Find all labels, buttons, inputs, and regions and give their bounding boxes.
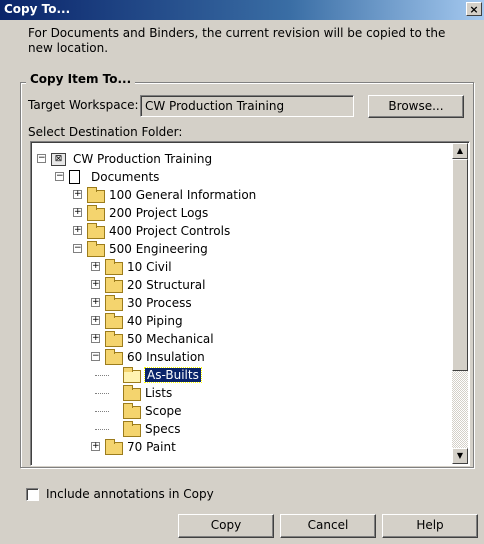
tree-item[interactable]: 30 Process [127, 294, 192, 312]
title-bar: Copy To... × [0, 0, 484, 20]
target-workspace-label: Target Workspace: [28, 98, 139, 112]
tree-connector [95, 411, 109, 412]
tree-item-label: 400 Project Controls [109, 224, 231, 238]
tree-item-label: Specs [145, 422, 181, 436]
folder-icon [87, 187, 105, 203]
tree-item[interactable]: 20 Structural [127, 276, 205, 294]
copy-button[interactable]: Copy [178, 514, 274, 538]
browse-button[interactable]: Browse... [368, 95, 464, 118]
tree-item[interactable]: Documents [91, 168, 159, 186]
expand-icon[interactable]: + [73, 190, 82, 199]
folder-icon [105, 349, 123, 365]
folder-icon [105, 313, 123, 329]
tree-item-label: 200 Project Logs [109, 206, 209, 220]
expand-icon[interactable]: + [91, 316, 100, 325]
tree-item-label: 100 General Information [109, 188, 257, 202]
tree-item[interactable]: 70 Paint [127, 438, 176, 456]
help-button[interactable]: Help [382, 514, 478, 538]
tree-item-label: Documents [91, 170, 160, 184]
workspace-icon: ⊠ [51, 153, 66, 166]
destination-folder-label: Select Destination Folder: [28, 125, 183, 139]
tree-item[interactable]: 100 General Information [109, 186, 256, 204]
tree-item-label: 40 Piping [127, 314, 183, 328]
scroll-down-button[interactable]: ▼ [452, 448, 468, 464]
tree-item-label: 500 Engineering [109, 242, 208, 256]
folder-icon [123, 421, 141, 437]
copy-button-label: Copy [210, 518, 242, 532]
tree-item-label: 20 Structural [127, 278, 206, 292]
collapse-icon[interactable]: − [91, 352, 100, 361]
help-button-label: Help [416, 518, 444, 532]
tree-item[interactable]: Lists [145, 384, 172, 402]
tree-item[interactable]: CW Production Training [73, 150, 212, 168]
arrow-down-icon: ▼ [456, 451, 464, 460]
tree-item-label: 30 Process [127, 296, 192, 310]
tree-item[interactable]: Scope [145, 402, 182, 420]
tree-item[interactable]: 50 Mechanical [127, 330, 214, 348]
folder-icon [87, 205, 105, 221]
expand-icon[interactable]: + [91, 298, 100, 307]
tree-item[interactable]: As-Builts [144, 366, 202, 384]
document-icon [69, 170, 80, 184]
folder-icon [105, 277, 123, 293]
cancel-button[interactable]: Cancel [280, 514, 376, 538]
cancel-button-label: Cancel [307, 518, 349, 532]
tree-item-label: CW Production Training [73, 152, 213, 166]
close-button[interactable]: × [466, 2, 482, 16]
tree-item[interactable]: 10 Civil [127, 258, 172, 276]
tree-connector [95, 375, 109, 376]
tree-scrollbar[interactable]: ▲ ▼ [452, 143, 468, 464]
tree-item-label: As-Builts [144, 367, 202, 383]
arrow-up-icon: ▲ [456, 146, 464, 155]
folder-icon [123, 403, 141, 419]
tree-item[interactable]: 500 Engineering [109, 240, 208, 258]
tree-item[interactable]: 400 Project Controls [109, 222, 230, 240]
expand-icon[interactable]: + [91, 334, 100, 343]
folder-icon [87, 223, 105, 239]
tree-item-label: Lists [145, 386, 173, 400]
tree-item[interactable]: 200 Project Logs [109, 204, 208, 222]
collapse-icon[interactable]: − [73, 244, 82, 253]
tree-item[interactable]: Specs [145, 420, 180, 438]
tree-item[interactable]: 40 Piping [127, 312, 183, 330]
expand-icon[interactable]: + [91, 262, 100, 271]
expand-icon[interactable]: + [73, 208, 82, 217]
folder-icon [105, 259, 123, 275]
expand-icon[interactable]: + [91, 442, 100, 451]
folder-icon [87, 241, 105, 257]
scroll-thumb[interactable] [452, 159, 468, 371]
folder-icon [105, 439, 123, 455]
collapse-icon[interactable]: − [55, 172, 64, 181]
include-annotations-checkbox[interactable] [26, 488, 39, 501]
collapse-icon[interactable]: − [37, 154, 46, 163]
target-workspace-field: CW Production Training [140, 95, 354, 117]
folder-icon [123, 385, 141, 401]
tree-item-label: 70 Paint [127, 440, 176, 454]
tree-item[interactable]: 60 Insulation [127, 348, 205, 366]
include-annotations-label: Include annotations in Copy [46, 487, 214, 501]
close-icon: × [469, 3, 479, 16]
tree-connector [95, 393, 109, 394]
folder-icon [105, 295, 123, 311]
tree-item-label: Scope [145, 404, 182, 418]
expand-icon[interactable]: + [91, 280, 100, 289]
window-title: Copy To... [4, 2, 71, 16]
expand-icon[interactable]: + [73, 226, 82, 235]
description-text: For Documents and Binders, the current r… [28, 26, 446, 55]
group-label: Copy Item To... [26, 72, 136, 86]
tree-item-label: 60 Insulation [127, 350, 205, 364]
folder-icon [105, 331, 123, 347]
open-folder-icon [123, 367, 141, 383]
tree-connector [95, 429, 109, 430]
tree-item-label: 10 Civil [127, 260, 172, 274]
scroll-up-button[interactable]: ▲ [452, 143, 468, 159]
tree-item-label: 50 Mechanical [127, 332, 214, 346]
folder-tree[interactable]: − ⊠ CW Production Training − Documents +100 G… [30, 141, 470, 466]
